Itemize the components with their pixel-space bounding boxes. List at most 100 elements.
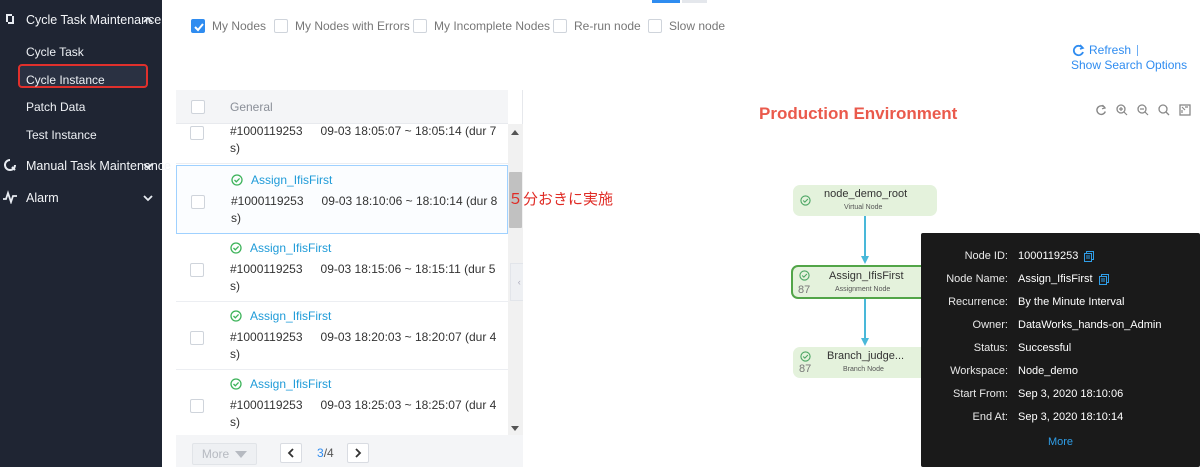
row-checkbox[interactable] <box>190 126 204 140</box>
app-root: Cycle Task Maintenance Cycle Task Cycle … <box>0 0 1200 467</box>
caret-down-icon <box>235 450 248 458</box>
sidebar-item-cycle-instance[interactable]: Cycle Instance <box>26 73 105 87</box>
refresh-label: Refresh <box>1089 43 1132 57</box>
row-id-time: #1000119253 09-03 18:10:06 ~ 18:10:14 (du… <box>231 194 498 208</box>
list-header: General <box>176 90 508 124</box>
table-row[interactable]: #1000119253 09-03 18:05:07 ~ 18:05:14 (du… <box>176 124 508 164</box>
popup-more-link[interactable]: More <box>921 436 1200 448</box>
zoom-out-icon[interactable] <box>1137 104 1149 116</box>
chevron-left-icon <box>287 448 294 458</box>
success-check-icon <box>230 310 242 322</box>
dag-edge <box>864 216 866 256</box>
row-node-name[interactable]: Assign_IfisFirst <box>230 309 331 323</box>
popup-field-workspace: Workspace: Node_demo <box>950 365 1078 377</box>
node-name: node_demo_root <box>824 188 908 200</box>
checkbox[interactable] <box>648 19 662 33</box>
row-checkbox[interactable] <box>190 331 204 345</box>
row-time-tail: s) <box>230 279 240 293</box>
sidebar-group-alarm[interactable]: Alarm <box>0 184 162 212</box>
row-node-name[interactable]: Assign_IfisFirst <box>230 241 331 255</box>
filter-bar: My Nodes My Nodes with Errors My Incompl… <box>176 0 1200 90</box>
row-id-time: #1000119253 09-03 18:20:03 ~ 18:20:07 (du… <box>230 330 497 344</box>
sidebar-item-cycle-task[interactable]: Cycle Task <box>26 45 84 59</box>
sidebar-group-manual-task-maintenance[interactable]: Manual Task Maintenance <box>0 152 171 180</box>
row-checkbox[interactable] <box>191 195 205 209</box>
search-icon[interactable] <box>1158 104 1170 116</box>
sidebar-item-patch-data[interactable]: Patch Data <box>26 100 85 114</box>
copy-icon[interactable] <box>1098 273 1109 285</box>
node-type: Branch Node <box>843 366 884 373</box>
pulse-icon <box>3 190 17 204</box>
chevron-down-icon <box>143 163 153 170</box>
instance-rows: #1000119253 09-03 18:05:07 ~ 18:05:14 (du… <box>176 124 508 435</box>
filter-my-nodes-with-errors[interactable]: My Nodes with Errors <box>274 18 410 34</box>
node-run-count: 87 <box>798 284 811 296</box>
sidebar-item-test-instance[interactable]: Test Instance <box>26 128 97 142</box>
success-check-icon <box>799 270 810 281</box>
zoom-in-icon[interactable] <box>1116 104 1128 116</box>
instance-list-panel: General #1000119253 09-03 18:05:07 ~ 18:0… <box>176 90 523 467</box>
popup-field-status: Status: Successful <box>973 342 1072 354</box>
row-node-name[interactable]: Assign_IfisFirst <box>230 377 331 391</box>
chevron-down-icon <box>143 195 153 202</box>
node-details-popup: Node ID: 1000119253 Node Name: Assign_If… <box>921 233 1200 467</box>
filter-slow-node[interactable]: Slow node <box>648 18 725 34</box>
dag-canvas[interactable]: Production Environment node_demo_root Vi… <box>523 90 1200 467</box>
sidebar-group-cycle-task-maintenance[interactable]: Cycle Task Maintenance <box>0 6 162 34</box>
table-row[interactable]: Assign_IfisFirst #1000119253 09-03 18:20:… <box>176 302 508 370</box>
checkbox-checked[interactable] <box>191 19 205 33</box>
show-search-options-link[interactable]: Show Search Options <box>1071 58 1187 72</box>
success-check-icon <box>800 351 811 362</box>
table-row[interactable]: Assign_IfisFirst #1000119253 09-03 18:15:… <box>176 234 508 302</box>
dag-node-assignment[interactable]: 87 Assign_IfisFirst Assignment Node <box>791 265 938 299</box>
row-id-time: #1000119253 09-03 18:25:03 ~ 18:25:07 (du… <box>230 398 497 412</box>
row-time-tail: s) <box>230 415 240 429</box>
refresh-icon[interactable] <box>1095 104 1107 116</box>
chevron-right-icon <box>355 448 362 458</box>
view-switch[interactable] <box>652 0 707 4</box>
filter-my-nodes[interactable]: My Nodes <box>191 18 266 34</box>
refresh-button[interactable]: Refresh <box>1072 43 1139 57</box>
dag-node-virtual[interactable]: node_demo_root Virtual Node <box>793 185 937 216</box>
next-page-button[interactable] <box>347 443 369 463</box>
scroll-up-arrow-icon[interactable] <box>511 130 519 135</box>
success-check-icon <box>800 195 811 206</box>
prev-page-button[interactable] <box>280 443 302 463</box>
copy-icon[interactable] <box>1084 250 1095 262</box>
row-time-tail: s) <box>230 347 240 361</box>
select-all-checkbox[interactable] <box>191 100 205 114</box>
popup-field-node-name: Node Name: Assign_IfisFirst <box>921 273 1200 291</box>
annotation-text: ５分おきに実施 <box>508 190 614 208</box>
refresh-icon <box>1072 43 1085 56</box>
table-row[interactable]: Assign_IfisFirst #1000119253 09-03 18:25:… <box>176 370 508 435</box>
sidebar: Cycle Task Maintenance Cycle Task Cycle … <box>0 0 171 467</box>
sidebar-group-label: Alarm <box>26 191 59 205</box>
task-cycle-icon <box>6 14 14 24</box>
node-name: Branch_judge... <box>827 350 905 362</box>
success-check-icon <box>230 378 242 390</box>
node-run-count: 87 <box>799 363 812 375</box>
success-check-icon <box>230 242 242 254</box>
filter-rerun-node[interactable]: Re-run node <box>553 18 641 34</box>
popup-field-recurrence: Recurrence: By the Minute Interval <box>948 296 1125 308</box>
filter-label: My Incomplete Nodes <box>434 19 551 33</box>
fullscreen-icon[interactable] <box>1179 104 1191 116</box>
filter-label: My Nodes <box>212 19 267 33</box>
table-row-selected[interactable]: Assign_IfisFirst #1000119253 09-03 18:10:… <box>176 165 508 234</box>
checkbox[interactable] <box>553 19 567 33</box>
checkbox[interactable] <box>274 19 288 33</box>
dag-node-branch[interactable]: 87 Branch_judge... Branch Node <box>793 347 937 378</box>
more-button[interactable]: More <box>192 443 257 465</box>
edge-arrow-icon <box>861 256 869 264</box>
edge-arrow-icon <box>861 338 869 346</box>
page-indicator: 3/4 <box>317 446 334 460</box>
dag-edge <box>864 299 866 338</box>
filter-my-incomplete-nodes[interactable]: My Incomplete Nodes <box>413 18 550 34</box>
row-checkbox[interactable] <box>190 263 204 277</box>
checkbox[interactable] <box>413 19 427 33</box>
row-node-name[interactable]: Assign_IfisFirst <box>231 173 332 187</box>
more-label: More <box>201 447 230 461</box>
filter-label: My Nodes with Errors <box>295 19 410 33</box>
row-checkbox[interactable] <box>190 399 204 413</box>
scroll-down-arrow-icon[interactable] <box>511 426 519 431</box>
